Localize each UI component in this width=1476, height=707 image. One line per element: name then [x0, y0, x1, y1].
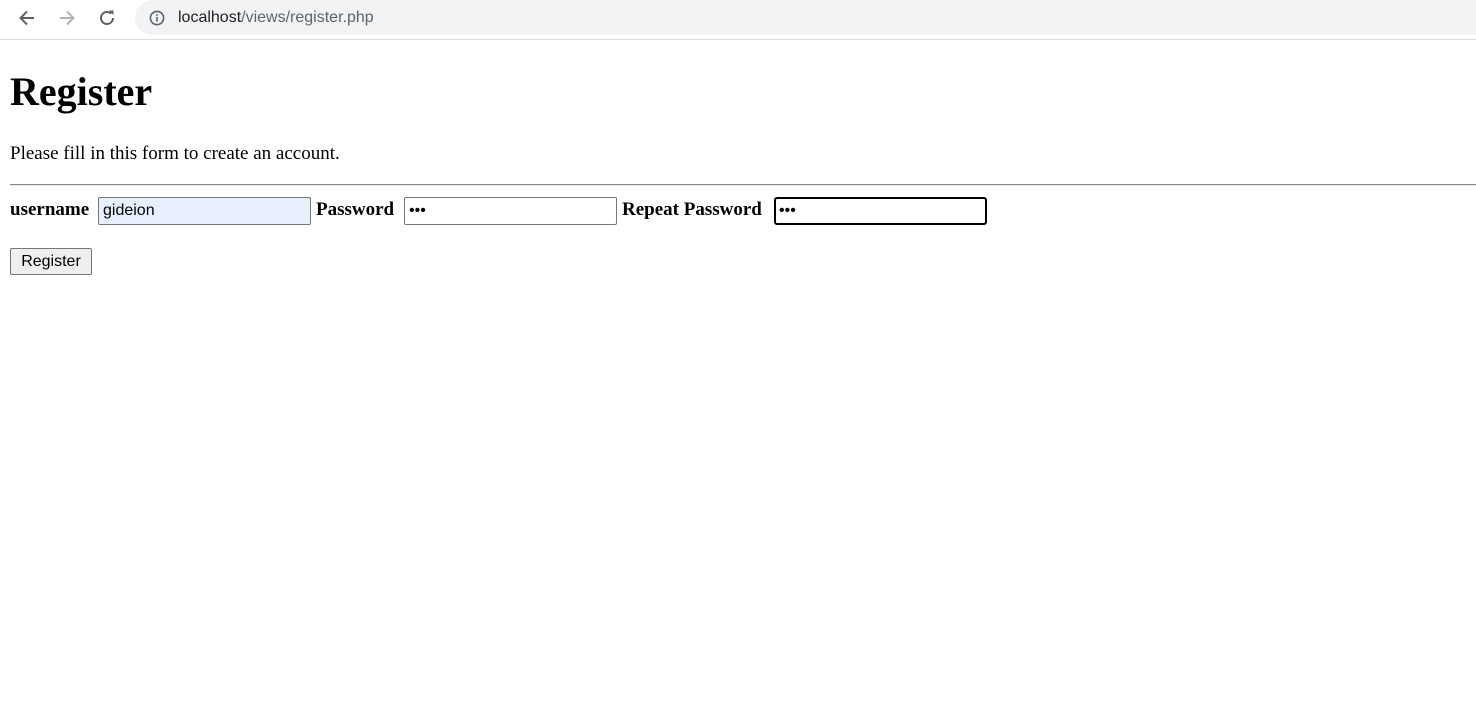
repeat-password-input[interactable]	[774, 197, 987, 225]
url-host: localhost	[178, 8, 242, 26]
back-button[interactable]	[11, 4, 43, 32]
username-input[interactable]	[98, 197, 311, 225]
username-label: username	[10, 199, 90, 220]
password-input[interactable]	[404, 197, 617, 225]
forward-button[interactable]	[51, 4, 83, 32]
password-label: Password	[316, 199, 395, 220]
page-title: Register	[10, 69, 153, 114]
divider	[10, 184, 1476, 186]
browser-toolbar: localhost/views/register.php	[0, 0, 1476, 40]
address-bar[interactable]: localhost/views/register.php	[135, 0, 1476, 35]
repeat-password-label: Repeat Password	[622, 199, 762, 220]
info-icon[interactable]	[149, 10, 165, 26]
reload-icon	[97, 8, 117, 28]
reload-button[interactable]	[91, 4, 123, 32]
url-text[interactable]: localhost/views/register.php	[178, 9, 374, 27]
register-button[interactable]: Register	[10, 248, 92, 275]
url-path: /views/register.php	[241, 8, 374, 26]
back-arrow-icon	[17, 8, 37, 28]
forward-arrow-icon	[57, 8, 77, 28]
intro-text: Please fill in this form to create an ac…	[10, 143, 340, 164]
